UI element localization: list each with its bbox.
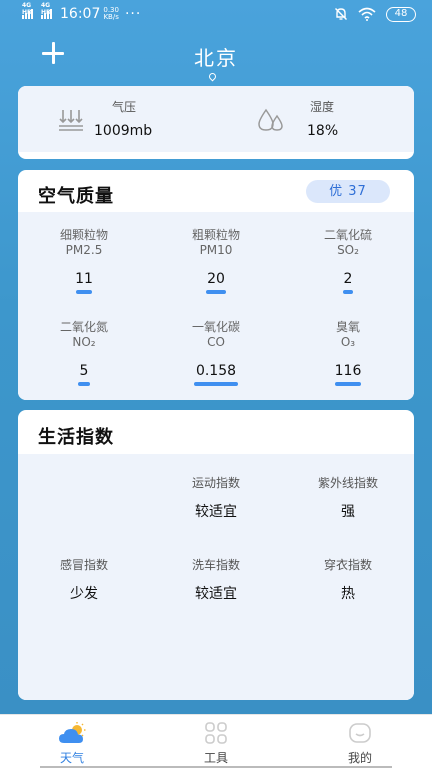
header: 北京 xyxy=(0,30,432,84)
pollutant-name: 二氧化氮 xyxy=(59,320,108,334)
pollutant-pm25: 细颗粒物 PM2.5 11 xyxy=(18,228,150,294)
life-index-value: 较适宜 xyxy=(195,586,237,602)
life-index-name: 洗车指数 xyxy=(191,558,240,572)
life-index-value: 强 xyxy=(341,504,355,520)
cellular-signal-icon-2: 4G HD xyxy=(41,2,52,19)
life-index-carwash[interactable]: 洗车指数 较适宜 xyxy=(150,556,282,603)
pollutant-value: 2 xyxy=(343,271,353,287)
tab-weather-label: 天气 xyxy=(59,751,84,765)
pollutant-code: PM10 xyxy=(199,243,233,257)
pollutant-code: O₃ xyxy=(340,335,356,349)
life-index-name: 运动指数 xyxy=(191,476,240,490)
pollutant-value: 0.158 xyxy=(195,363,237,379)
bottom-nav: 天气 工具 我的 xyxy=(0,714,432,768)
pollutant-o3: 臭氧 O₃ 116 xyxy=(282,320,414,386)
pollutant-level-bar xyxy=(78,382,90,386)
pressure-label: 气压 xyxy=(112,100,137,114)
pollutant-code: CO xyxy=(207,335,225,349)
life-index-name: 紫外线指数 xyxy=(317,476,378,490)
life-index-title: 生活指数 xyxy=(38,427,114,448)
pollutant-so2: 二氧化硫 SO₂ 2 xyxy=(282,228,414,294)
tab-tools[interactable]: 工具 xyxy=(144,715,288,768)
pollutant-code: SO₂ xyxy=(337,243,359,257)
life-index-uv[interactable]: 紫外线指数 强 xyxy=(282,474,414,521)
wifi-icon xyxy=(358,7,376,21)
pollutant-no2: 二氧化氮 NO₂ 5 xyxy=(18,320,150,386)
status-time: 16:07 xyxy=(60,6,101,22)
pollutant-value: 11 xyxy=(75,271,93,287)
pollutant-code: PM2.5 xyxy=(65,243,103,257)
pollutant-code: NO₂ xyxy=(72,335,96,349)
pressure-icon xyxy=(59,110,83,131)
aqi-badge: 优 37 xyxy=(306,180,390,203)
life-index-value: 较适宜 xyxy=(195,504,237,520)
tab-mine-label: 我的 xyxy=(347,751,372,765)
mute-bell-icon xyxy=(335,8,347,20)
net-speed-unit: KB/s xyxy=(103,13,119,21)
pollutant-level-bar xyxy=(75,290,93,294)
air-quality-grid: 细颗粒物 PM2.5 11 粗颗粒物 PM10 20 二氧化硫 SO₂ 2 二氧… xyxy=(18,212,414,400)
pollutant-pm10: 粗颗粒物 PM10 20 xyxy=(150,228,282,294)
battery-icon: 48 xyxy=(386,6,416,22)
cloud-sun-icon xyxy=(59,722,86,743)
pollutant-level-bar xyxy=(335,382,361,386)
pollutant-level-bar xyxy=(206,290,226,294)
pollutant-name: 一氧化碳 xyxy=(191,320,240,334)
pollutant-name: 臭氧 xyxy=(335,320,360,334)
life-index-value: 少发 xyxy=(70,586,98,602)
more-notifications-icon: ··· xyxy=(124,6,142,22)
life-index-value: 热 xyxy=(341,586,355,602)
pollutant-value: 20 xyxy=(207,271,225,287)
face-icon xyxy=(349,723,371,743)
pollutant-value: 116 xyxy=(334,363,362,379)
pollutant-name: 粗颗粒物 xyxy=(191,228,240,242)
life-index-grid: 运动指数 较适宜 紫外线指数 强 感冒指数 少发 洗车指数 较适宜 穿衣指数 热 xyxy=(18,454,414,700)
life-index-sport[interactable]: 运动指数 较适宜 xyxy=(150,474,282,521)
air-quality-title: 空气质量 xyxy=(38,186,114,207)
pollutant-value: 5 xyxy=(79,363,89,379)
life-index-cold[interactable]: 感冒指数 少发 xyxy=(18,556,150,603)
pollutant-name: 细颗粒物 xyxy=(59,228,108,242)
humidity-icon xyxy=(258,108,283,131)
network-type-label: 4G HD xyxy=(22,2,33,16)
net-speed: 0.30 KB/s xyxy=(103,7,119,21)
network-type-label-2: 4G HD xyxy=(41,2,52,16)
pollutant-level-bar xyxy=(343,290,353,294)
tab-tools-label: 工具 xyxy=(203,751,228,765)
pollutant-level-bar xyxy=(194,382,238,386)
cellular-signal-icon: 4G HD xyxy=(22,2,33,19)
tab-weather[interactable]: 天气 xyxy=(0,715,144,768)
life-index-card: 生活指数 运动指数 较适宜 紫外线指数 强 感冒指数 少发 洗车指数 较适宜 穿… xyxy=(18,410,414,700)
humidity-label: 湿度 xyxy=(310,100,335,114)
tab-mine[interactable]: 我的 xyxy=(288,715,432,768)
conditions-card: 气压 1009mb 湿度 18% xyxy=(18,86,414,159)
life-index-dressing[interactable]: 穿衣指数 热 xyxy=(282,556,414,603)
status-bar: 4G HD 4G HD 16:07 0.30 KB/s ··· 48 xyxy=(0,0,432,28)
city-name[interactable]: 北京 xyxy=(0,42,432,71)
pollutant-name: 二氧化硫 xyxy=(323,228,372,242)
life-index-name: 感冒指数 xyxy=(59,558,108,572)
location-pin-icon xyxy=(207,71,218,82)
life-index-name: 穿衣指数 xyxy=(323,558,372,572)
pressure-value: 1009mb xyxy=(94,123,153,139)
pollutant-co: 一氧化碳 CO 0.158 xyxy=(150,320,282,386)
grid-icon xyxy=(205,722,227,744)
humidity-value: 18% xyxy=(307,123,339,139)
air-quality-card: 空气质量 优 37 细颗粒物 PM2.5 11 粗颗粒物 PM10 20 二氧化… xyxy=(18,170,414,400)
